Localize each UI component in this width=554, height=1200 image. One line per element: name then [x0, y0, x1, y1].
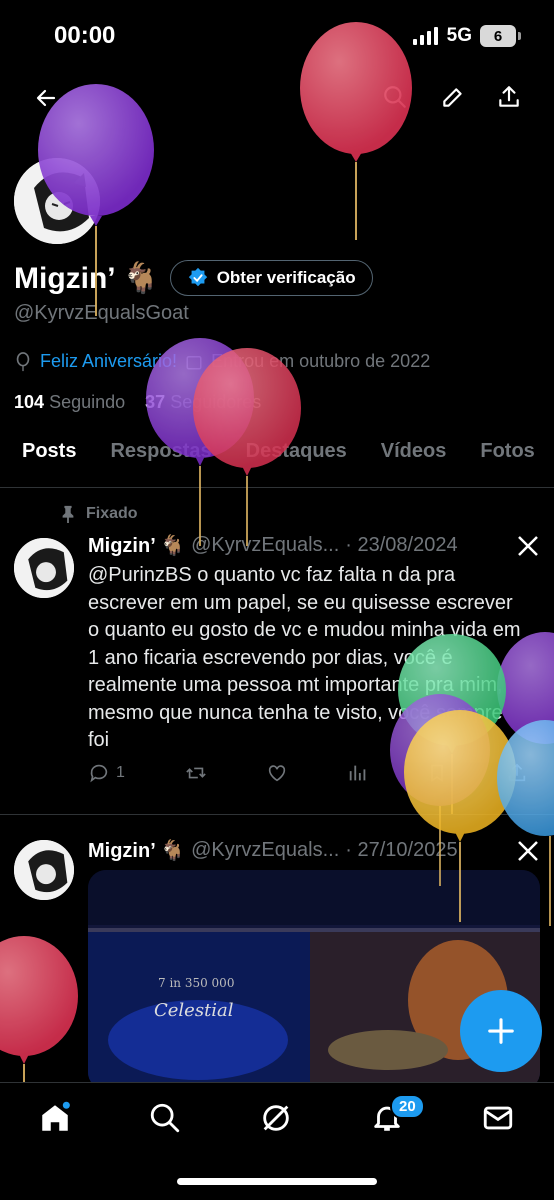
- bookmark-icon: [431, 764, 444, 782]
- compose-button[interactable]: [460, 990, 542, 1072]
- notifications-badge: 20: [390, 1094, 425, 1119]
- tab-photos[interactable]: Fotos: [480, 440, 534, 487]
- tweet-author-name[interactable]: Migzin’ 🐐: [88, 533, 185, 558]
- share-icon[interactable]: [496, 84, 522, 110]
- tweet-avatar[interactable]: [12, 838, 76, 902]
- get-verified-button[interactable]: Obter verificação: [169, 260, 373, 296]
- plus-icon: [488, 1018, 514, 1044]
- pinned-indicator: Fixado: [60, 505, 138, 523]
- followers-count: 37: [145, 392, 166, 412]
- followers-link[interactable]: 37 Seguidores: [145, 392, 261, 413]
- status-time: 00:00: [54, 22, 116, 49]
- get-verified-label: Obter verificação: [216, 268, 356, 287]
- like-button[interactable]: [266, 762, 288, 784]
- home-icon[interactable]: [38, 1101, 72, 1135]
- tweet-divider: [0, 814, 554, 815]
- balloon-red-icon: [300, 22, 412, 240]
- tweet-actions: 1: [88, 762, 528, 784]
- joined-date: Entrou em outubro de 2022: [211, 351, 431, 371]
- tab-replies[interactable]: Respostas: [110, 440, 211, 487]
- tweet-date: · 27/10/2025: [345, 839, 458, 861]
- pin-icon: [62, 505, 74, 523]
- network-label: 5G: [446, 25, 472, 46]
- profile-avatar[interactable]: [12, 156, 102, 246]
- pinned-label: Fixado: [86, 505, 138, 522]
- retweet-icon: [185, 767, 206, 779]
- balloon-icon: [16, 351, 30, 371]
- tweet-author-handle: @KyrvzEquals...: [191, 839, 340, 861]
- messages-envelope-icon[interactable]: [481, 1101, 515, 1135]
- avatar-art-icon: [14, 538, 74, 598]
- profile-handle: @KyrvzEqualsGoat: [14, 302, 189, 324]
- search-icon[interactable]: [382, 84, 408, 110]
- tab-posts[interactable]: Posts: [22, 440, 76, 487]
- following-link[interactable]: 104 Seguindo: [14, 392, 125, 413]
- home-indicator[interactable]: [177, 1178, 377, 1185]
- following-count: 104: [14, 392, 45, 412]
- tweet-header: Migzin’ 🐐 @KyrvzEquals... · 23/08/2024: [88, 533, 458, 558]
- reply-button[interactable]: 1: [88, 762, 125, 784]
- tweet-author-name[interactable]: Migzin’ 🐐: [88, 838, 185, 863]
- profile-name-row: Migzin’ 🐐 Obter verificação: [14, 260, 373, 296]
- status-indicators: 5G 6: [412, 25, 521, 47]
- tweet-author-handle: @KyrvzEquals...: [191, 534, 340, 556]
- profile-tabs: Posts Respostas Destaques Vídeos Fotos: [0, 440, 554, 488]
- tab-videos[interactable]: Vídeos: [381, 440, 447, 487]
- heart-icon: [268, 765, 286, 782]
- media-caption: Celestial: [154, 1000, 234, 1021]
- tweet-text: @PurinzBS o quanto vc faz falta n da pra…: [88, 564, 521, 751]
- back-arrow-icon[interactable]: [34, 86, 58, 110]
- tab-highlights[interactable]: Destaques: [246, 440, 347, 487]
- verified-badge-icon: [188, 267, 207, 287]
- media-caption-sub: 7 in 350 000: [158, 976, 235, 990]
- follow-stats: 104 Seguindo 37 Seguidores: [14, 392, 261, 413]
- tweet-date: · 23/08/2024: [345, 534, 458, 556]
- display-name: Migzin’ 🐐: [14, 261, 160, 295]
- search-nav-icon[interactable]: [148, 1101, 182, 1135]
- reply-icon: [90, 764, 108, 783]
- share-tweet-button[interactable]: [506, 762, 528, 784]
- grok-icon[interactable]: [259, 1101, 293, 1135]
- retweet-button[interactable]: [184, 762, 208, 784]
- x-logo-icon: [518, 841, 538, 861]
- bookmark-button[interactable]: [427, 762, 447, 784]
- followers-label: Seguidores: [170, 392, 262, 412]
- reply-count: 1: [116, 764, 125, 781]
- following-label: Seguindo: [49, 392, 126, 412]
- avatar-art-icon: [14, 840, 74, 900]
- x-logo-icon: [518, 536, 538, 556]
- tweet-header: Migzin’ 🐐 @KyrvzEquals... · 27/10/2025: [88, 838, 458, 863]
- profile-meta: Feliz Aniversário! Entrou em outubro de …: [14, 351, 430, 372]
- tweet-avatar[interactable]: [12, 536, 76, 600]
- views-chart-icon: [349, 765, 366, 781]
- balloon-red-icon: [0, 936, 78, 1084]
- battery-icon: 6: [480, 25, 521, 47]
- avatar-art-icon: [14, 158, 100, 244]
- calendar-icon: [186, 355, 202, 369]
- birthday-text[interactable]: Feliz Aniversário!: [40, 351, 177, 372]
- edit-pencil-icon[interactable]: [440, 84, 466, 110]
- views-button[interactable]: [347, 762, 369, 784]
- signal-icon: [412, 27, 438, 45]
- share-icon: [508, 763, 526, 782]
